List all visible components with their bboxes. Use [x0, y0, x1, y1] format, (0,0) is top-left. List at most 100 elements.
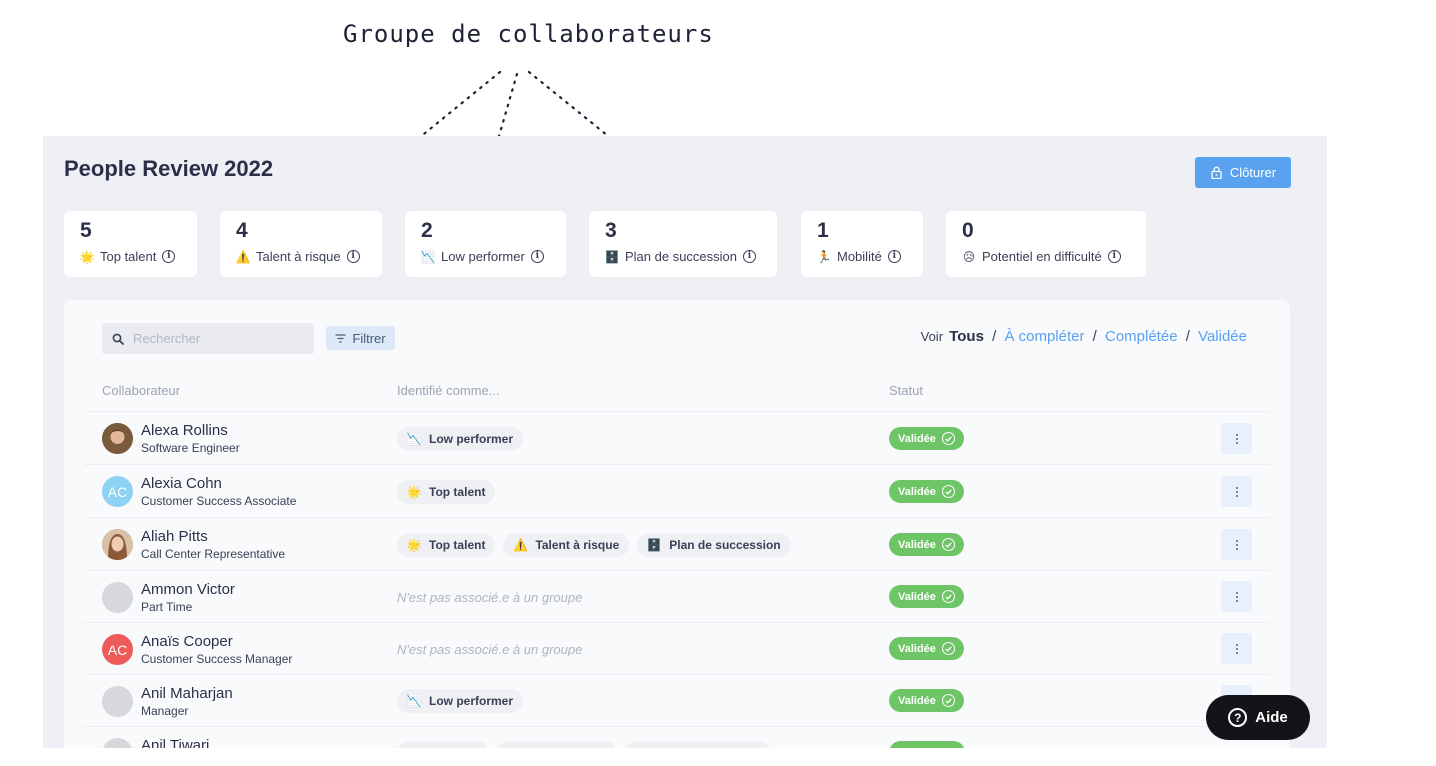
info-icon[interactable]: i	[1107, 250, 1121, 263]
group-tag-label: Low performer	[429, 694, 514, 708]
status-badge	[889, 741, 965, 748]
avatar: AC	[102, 634, 133, 665]
status-label: Validée	[898, 590, 936, 603]
stat-card-potential-in-difficulty[interactable]: 0 😥 Potentiel en difficulté i	[946, 211, 1146, 277]
check-circle-icon	[941, 432, 955, 445]
status-badge: Validée	[889, 427, 964, 450]
check-circle-icon	[941, 694, 955, 707]
employee-name: Aliah Pitts	[141, 528, 208, 545]
info-icon[interactable]: i	[743, 250, 757, 263]
stat-card-talent-at-risk[interactable]: 4 ⚠️ Talent à risque i	[220, 211, 382, 277]
info-icon[interactable]: i	[530, 250, 544, 263]
group-tag-label: Top talent	[429, 485, 486, 499]
employee-name: Alexia Cohn	[141, 475, 222, 492]
search-input[interactable]	[133, 331, 303, 346]
row-menu-button[interactable]	[1221, 423, 1252, 454]
group-tag-label: Plan de succession	[669, 538, 781, 552]
row-menu-button[interactable]	[1221, 633, 1252, 664]
group-tag-label: Top talent	[429, 538, 486, 552]
table-row[interactable]: AC Alexia Cohn Customer Success Associat…	[84, 464, 1270, 517]
status-label: Validée	[898, 485, 936, 498]
group-tag: 📉 Low performer	[397, 427, 524, 451]
avatar: AC	[102, 476, 133, 507]
stat-count: 5	[80, 219, 92, 242]
column-header-status: Statut	[889, 383, 923, 398]
sad-face-icon: 😥	[962, 249, 976, 264]
employee-name: Anaïs Cooper	[141, 633, 233, 650]
table-row[interactable]: Anil Maharjan Manager 📉 Low performer Val…	[84, 674, 1270, 726]
view-validated-link[interactable]: Validée	[1198, 328, 1247, 345]
no-group-text: N'est pas associé.e à un groupe	[397, 642, 583, 657]
table-row[interactable]: Anil Tiwari	[84, 726, 1270, 748]
view-separator: /	[1092, 328, 1097, 345]
group-tag: 🌟 Top talent	[397, 533, 496, 557]
star-icon: 🌟	[406, 485, 422, 499]
status-badge: Validée	[889, 689, 964, 712]
column-header-employee: Collaborateur	[102, 383, 181, 398]
chart-down-icon: 📉	[406, 694, 422, 708]
table-row[interactable]: Alexa Rollins Software Engineer 📉 Low per…	[84, 411, 1270, 464]
filter-button[interactable]: Filtrer	[326, 326, 395, 350]
group-tag: 🗄️ Plan de succession	[637, 533, 791, 557]
employee-list-panel: Filtrer Voir Tous / À compléter / Complé…	[64, 300, 1290, 748]
view-prefix: Voir	[920, 329, 944, 344]
close-review-button[interactable]: Clôturer	[1195, 157, 1291, 188]
avatar	[102, 529, 133, 560]
avatar	[102, 582, 133, 613]
table-row[interactable]: AC Anaïs Cooper Customer Success Manager…	[84, 622, 1270, 674]
info-icon[interactable]: i	[346, 250, 360, 263]
column-header-identified-as: Identifié comme...	[397, 383, 500, 398]
employee-role: Customer Success Manager	[141, 652, 293, 666]
employee-role: Software Engineer	[141, 441, 240, 455]
annotation-title: Groupe de collaborateurs	[343, 20, 714, 48]
stat-card-mobility[interactable]: 1 🏃 Mobilité i	[801, 211, 923, 277]
stat-label: Top talent	[100, 249, 157, 264]
stat-label: Plan de succession	[625, 249, 738, 264]
avatar	[102, 686, 133, 717]
group-tag	[397, 741, 489, 748]
table-row[interactable]: Aliah Pitts Call Center Representative 🌟…	[84, 517, 1270, 570]
avatar	[102, 738, 133, 748]
check-circle-icon	[941, 590, 955, 603]
employee-role: Call Center Representative	[141, 547, 286, 561]
row-menu-button[interactable]	[1221, 581, 1252, 612]
row-menu-button[interactable]	[1221, 476, 1252, 507]
status-badge: Validée	[889, 585, 964, 608]
table-row[interactable]: Ammon Victor Part Time N'est pas associé…	[84, 570, 1270, 622]
stat-card-succession-plan[interactable]: 3 🗄️ Plan de succession i	[589, 211, 777, 277]
group-tag: ⚠️ Talent à risque	[503, 533, 630, 557]
info-icon[interactable]: i	[887, 250, 901, 263]
stat-count: 1	[817, 219, 829, 242]
warning-icon: ⚠️	[512, 538, 528, 552]
employee-role: Customer Success Associate	[141, 494, 297, 508]
search-box[interactable]	[102, 323, 314, 354]
stat-label: Potentiel en difficulté	[982, 249, 1102, 264]
help-label: Aide	[1255, 709, 1288, 726]
stat-card-low-performer[interactable]: 2 📉 Low performer i	[405, 211, 566, 277]
view-completed-link[interactable]: Complétée	[1105, 328, 1178, 345]
filter-icon	[335, 333, 346, 343]
view-all-link[interactable]: Tous	[949, 328, 984, 345]
info-icon[interactable]: i	[162, 250, 176, 263]
view-to-complete-link[interactable]: À compléter	[1004, 328, 1084, 345]
help-button[interactable]: ? Aide	[1206, 695, 1310, 740]
status-label: Validée	[898, 538, 936, 551]
row-menu-button[interactable]	[1221, 529, 1252, 560]
employee-name: Alexa Rollins	[141, 422, 228, 439]
stat-count: 2	[421, 219, 433, 242]
chart-down-icon: 📉	[406, 432, 422, 446]
stat-label: Low performer	[441, 249, 525, 264]
close-review-label: Clôturer	[1229, 165, 1277, 180]
check-circle-icon	[941, 538, 955, 551]
group-tag: 📉 Low performer	[397, 689, 524, 713]
stat-label: Talent à risque	[256, 249, 341, 264]
status-label: Validée	[898, 432, 936, 445]
employee-role: Manager	[141, 704, 189, 718]
stat-count: 3	[605, 219, 617, 242]
check-circle-icon	[941, 485, 955, 498]
stat-card-top-talent[interactable]: 5 🌟 Top talent i	[64, 211, 197, 277]
status-badge: Validée	[889, 533, 964, 556]
employee-name: Anil Maharjan	[141, 685, 233, 702]
group-tag	[497, 741, 617, 748]
succession-icon: 🗄️	[604, 249, 620, 264]
